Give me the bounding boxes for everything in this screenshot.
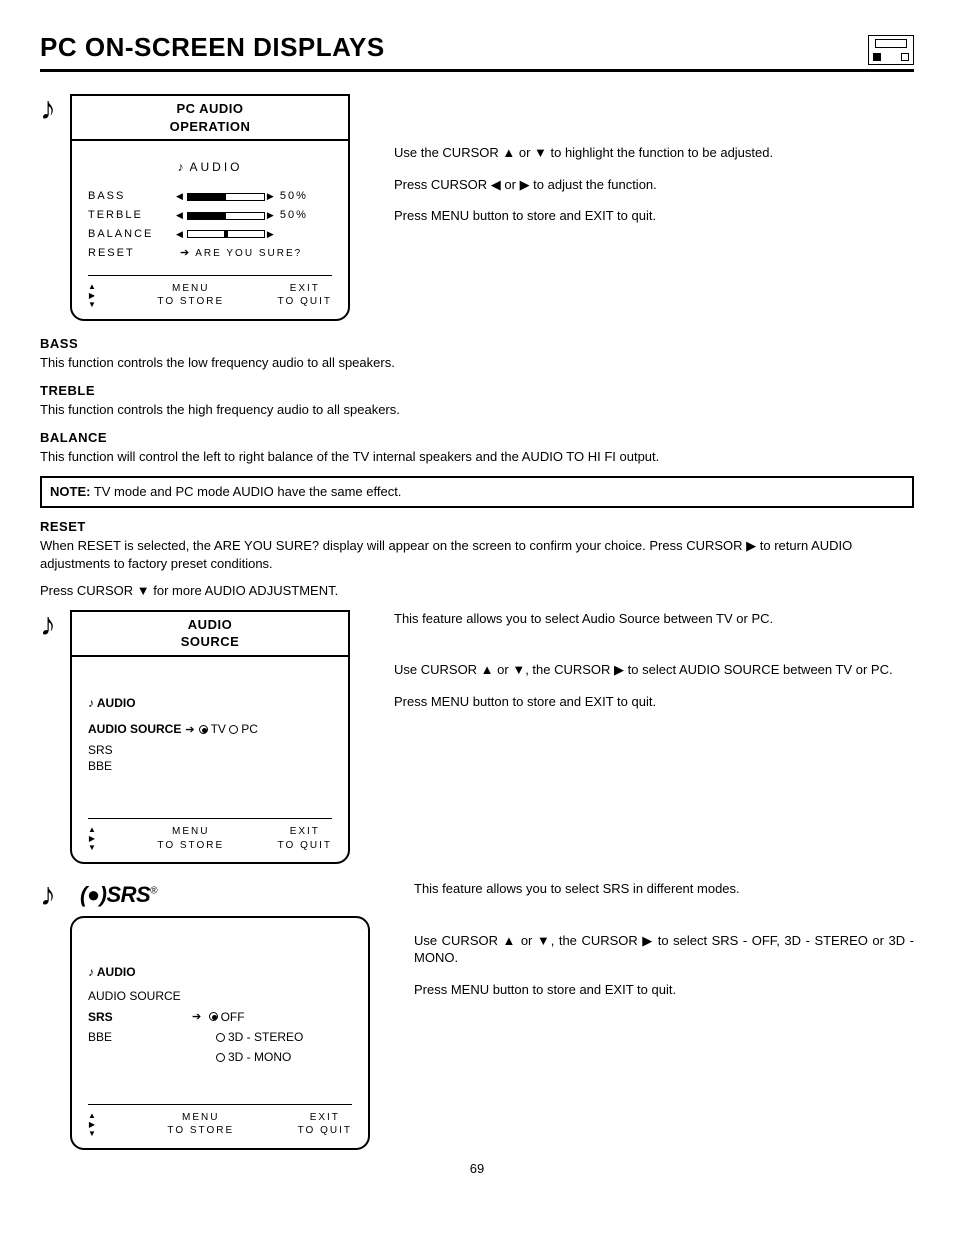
triangle-right-icon: [267, 189, 276, 204]
triangle-left-icon: [176, 227, 185, 242]
srs-logo: (●)SRS®: [80, 880, 370, 910]
section-pc-audio: ♪ PC AUDIO OPERATION ♪AUDIO BASS 50% TER…: [40, 94, 914, 321]
osd-footer: ▲▶▼ MENUTO STORE EXITTO QUIT: [88, 275, 332, 309]
page-header: PC ON-SCREEN DISPLAYS: [40, 30, 914, 72]
music-note-icon: ♪: [40, 608, 56, 640]
music-note-icon: ♪: [40, 878, 56, 910]
row-bbe: BBE: [88, 758, 332, 774]
radio-on-icon: [199, 725, 208, 734]
slider-bar: [187, 193, 265, 201]
instr-text: Use CURSOR ▲ or ▼, the CURSOR ▶ to selec…: [394, 661, 914, 679]
slider-bar: [187, 230, 265, 238]
triangle-right-icon: [267, 227, 276, 242]
page-number: 69: [40, 1160, 914, 1178]
instr-text: Use CURSOR ▲ or ▼, the CURSOR ▶ to selec…: [414, 932, 914, 967]
body-balance: This function will control the left to r…: [40, 448, 914, 466]
heading-bass: BASS: [40, 335, 914, 353]
osd-pc-audio-wrap: PC AUDIO OPERATION ♪AUDIO BASS 50% TERBL…: [70, 94, 350, 321]
osd-srs-wrap: (●)SRS® ♪ AUDIO AUDIO SOURCE SRS OFF BBE…: [70, 880, 370, 1149]
section-srs: ♪ (●)SRS® ♪ AUDIO AUDIO SOURCE SRS OFF B…: [40, 880, 914, 1149]
radio-off-icon: [216, 1053, 225, 1062]
section-audio-source: ♪ AUDIO SOURCE ♪ AUDIO AUDIO SOURCE TV P…: [40, 610, 914, 865]
bass-value: 50%: [280, 189, 308, 204]
music-note-icon: ♪: [40, 92, 56, 124]
triangle-right-icon: [267, 208, 276, 223]
row-bbe: BBE 3D - STEREO: [88, 1029, 352, 1045]
osd-title: ♪ AUDIO: [88, 964, 352, 980]
instr-text: Press CURSOR ◀ or ▶ to adjust the functi…: [394, 176, 914, 194]
row-audio-source: AUDIO SOURCE: [88, 988, 352, 1004]
nav-arrows-icon: ▲▶▼: [88, 1111, 104, 1138]
osd-title: ♪ AUDIO: [88, 695, 332, 711]
row-audio-source: AUDIO SOURCE TV PC: [88, 721, 332, 738]
note-label: NOTE:: [50, 484, 90, 499]
row-bass: BASS 50%: [88, 189, 332, 204]
heading-balance: BALANCE: [40, 429, 914, 447]
row-srs: SRS: [88, 742, 332, 758]
osd-audio-source-wrap: AUDIO SOURCE ♪ AUDIO AUDIO SOURCE TV PC …: [70, 610, 350, 865]
triangle-left-icon: [176, 189, 185, 204]
instructions-2: This feature allows you to select Audio …: [364, 610, 914, 725]
osd-label-pc-audio: PC AUDIO OPERATION: [70, 94, 350, 141]
arrow-right-icon: [181, 721, 198, 738]
body-reset: When RESET is selected, the ARE YOU SURE…: [40, 537, 914, 572]
note-box: NOTE: TV mode and PC mode AUDIO have the…: [40, 476, 914, 508]
row-mono: 3D - MONO: [88, 1049, 352, 1065]
arrow-right-icon: [188, 1008, 205, 1025]
reset-prompt: ARE YOU SURE?: [195, 247, 302, 261]
instr-intro: This feature allows you to select SRS in…: [414, 880, 914, 898]
heading-reset: RESET: [40, 518, 914, 536]
row-balance: BALANCE: [88, 227, 332, 242]
radio-on-icon: [209, 1012, 218, 1021]
osd-box-audio-source: ♪ AUDIO AUDIO SOURCE TV PC SRS BBE ▲▶▼ M…: [70, 643, 350, 864]
instructions-1: Use the CURSOR ▲ or ▼ to highlight the f…: [364, 94, 914, 239]
osd-box-srs: ♪ AUDIO AUDIO SOURCE SRS OFF BBE 3D - ST…: [70, 916, 370, 1150]
instructions-3: This feature allows you to select SRS in…: [384, 880, 914, 1012]
music-note-icon: ♪: [88, 696, 94, 710]
page-title: PC ON-SCREEN DISPLAYS: [40, 30, 385, 65]
osd-box-pc-audio: ♪AUDIO BASS 50% TERBLE 50% BALANCE RE: [70, 127, 350, 321]
instr-text: Press MENU button to store and EXIT to q…: [414, 981, 914, 999]
osd-label-audio-source: AUDIO SOURCE: [70, 610, 350, 657]
instr-text: Press MENU button to store and EXIT to q…: [394, 207, 914, 225]
body-bass: This function controls the low frequency…: [40, 354, 914, 372]
music-note-icon: ♪: [88, 965, 94, 979]
osd-footer: ▲▶▼ MENUTO STORE EXITTO QUIT: [88, 1104, 352, 1138]
row-reset: RESET ARE YOU SURE?: [88, 246, 332, 261]
instr-text: Press MENU button to store and EXIT to q…: [394, 693, 914, 711]
triangle-left-icon: [176, 208, 185, 223]
radio-off-icon: [216, 1033, 225, 1042]
body-treble: This function controls the high frequenc…: [40, 401, 914, 419]
header-monitor-icon: [868, 35, 914, 65]
slider-bar: [187, 212, 265, 220]
osd-label-line2: OPERATION: [86, 118, 334, 136]
row-terble: TERBLE 50%: [88, 208, 332, 223]
note-body: TV mode and PC mode AUDIO have the same …: [90, 484, 401, 499]
more-adjustment: Press CURSOR ▼ for more AUDIO ADJUSTMENT…: [40, 582, 914, 600]
radio-off-icon: [229, 725, 238, 734]
instr-text: Use the CURSOR ▲ or ▼ to highlight the f…: [394, 144, 914, 162]
osd-footer: ▲▶▼ MENUTO STORE EXITTO QUIT: [88, 818, 332, 852]
nav-arrows-icon: ▲▶▼: [88, 282, 104, 309]
nav-arrows-icon: ▲▶▼: [88, 825, 104, 852]
instr-intro: This feature allows you to select Audio …: [394, 610, 914, 628]
terble-value: 50%: [280, 208, 308, 223]
row-srs: SRS OFF: [88, 1008, 352, 1025]
description-block: BASS This function controls the low freq…: [40, 335, 914, 600]
heading-treble: TREBLE: [40, 382, 914, 400]
osd-label-line1: PC AUDIO: [86, 100, 334, 118]
arrow-right-icon: [176, 246, 195, 261]
osd-title: ♪AUDIO: [88, 159, 332, 175]
music-note-icon: ♪: [177, 160, 183, 174]
